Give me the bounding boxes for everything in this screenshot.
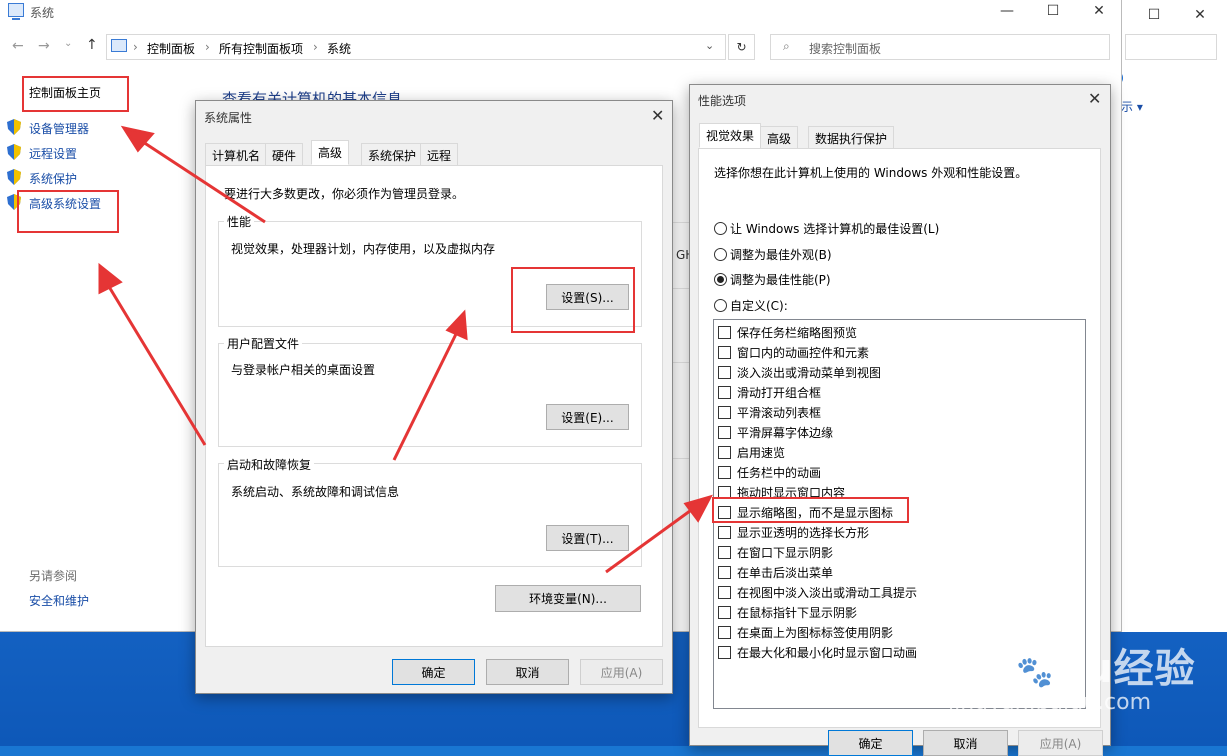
- arrow-line: [392, 329, 460, 461]
- arrow-line: [106, 284, 207, 446]
- watermark-brand: Bai: [942, 646, 1017, 692]
- annotation-arrows: [98, 125, 713, 574]
- watermark-url: jingyan.baidu.com: [948, 690, 1152, 715]
- arrow-head: [683, 494, 713, 523]
- watermark-cn: 经验: [1113, 646, 1196, 692]
- arrow-head: [445, 309, 468, 341]
- arrow-line: [605, 506, 695, 574]
- watermark-brand2: du: [1054, 646, 1114, 692]
- paw-icon: 🐾: [1016, 655, 1055, 690]
- watermark-logo: Bai🐾du经验: [942, 636, 1196, 694]
- arrow-line: [139, 138, 266, 224]
- arrow-head: [98, 262, 123, 295]
